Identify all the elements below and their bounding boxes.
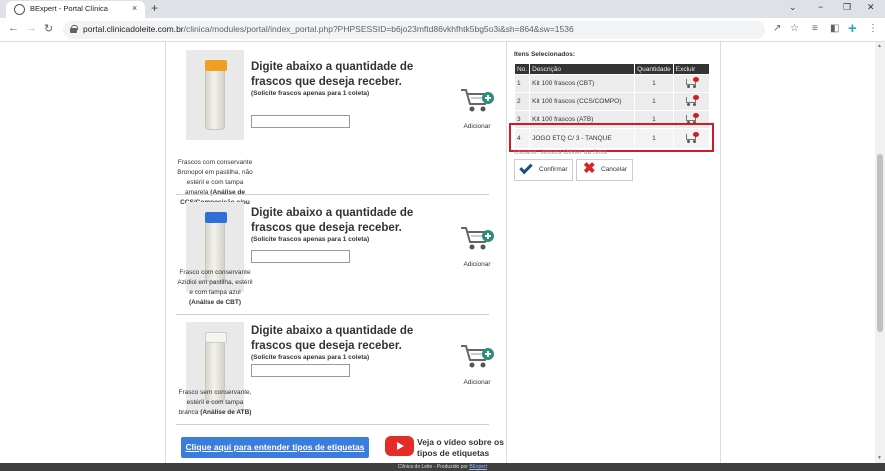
tab-bar: BExpert - Portal Clínica × + ⌄ − ❐ ✕ bbox=[0, 0, 885, 18]
maximize-icon[interactable]: ❐ bbox=[843, 2, 851, 13]
lock-icon bbox=[70, 25, 78, 33]
menu-dots-icon[interactable]: ⋮ bbox=[868, 23, 878, 34]
product-caption: Frasco sem conservante, estéril e com ta… bbox=[178, 389, 252, 416]
cap-swatch bbox=[205, 332, 227, 343]
product-note: (Solicite frascos apenas para 1 coleta) bbox=[251, 90, 370, 97]
product-note: (Solicite frascos apenas para 1 coleta) bbox=[251, 236, 370, 243]
delete-cart-icon[interactable] bbox=[673, 93, 709, 110]
quantity-input[interactable] bbox=[251, 250, 350, 263]
bottle-image-yellow bbox=[186, 50, 244, 140]
youtube-play-icon[interactable] bbox=[385, 436, 414, 456]
cart-add-icon bbox=[461, 227, 494, 250]
add-label: Adicionar bbox=[463, 379, 491, 386]
product-divider bbox=[176, 314, 489, 315]
add-to-cart-button[interactable]: Adicionar bbox=[459, 86, 495, 130]
row-desc: Kit 100 frascos (CBT) bbox=[530, 75, 635, 92]
new-tab-button[interactable]: + bbox=[151, 2, 158, 14]
close-window-icon[interactable]: ✕ bbox=[867, 2, 875, 13]
product-divider bbox=[176, 424, 489, 425]
add-to-cart-button[interactable]: Adicionar bbox=[459, 224, 495, 268]
back-icon[interactable]: ← bbox=[8, 22, 19, 34]
minimize-icon[interactable]: − bbox=[818, 2, 823, 12]
table-row: 1 Kit 100 frascos (CBT) 1 bbox=[515, 75, 709, 92]
globe-icon bbox=[14, 4, 25, 15]
address-bar[interactable]: portal.clinicadoleite.com.br/clinica/mod… bbox=[63, 21, 765, 39]
extension-plus-icon[interactable]: + bbox=[848, 21, 857, 36]
row-qty: 1 bbox=[635, 75, 673, 92]
cancel-button[interactable]: ✖ Cancelar bbox=[576, 159, 633, 181]
reading-list-icon[interactable]: ≡ bbox=[812, 23, 818, 34]
product-heading: Digite abaixo a quantidade de frascos qu… bbox=[251, 325, 414, 352]
user-label: Usuário: Jéssica Olivier da Silva bbox=[514, 149, 607, 156]
add-label: Adicionar bbox=[463, 123, 491, 130]
side-panel-icon[interactable]: ◧ bbox=[830, 23, 839, 34]
page-scrollbar[interactable]: ▲ ▼ bbox=[875, 42, 885, 463]
page-footer: Clínica do Leite - Produzido por BExpert bbox=[0, 463, 885, 471]
page-viewport: Frascos com conservante Bronopol em past… bbox=[0, 42, 885, 463]
url-text[interactable]: portal.clinicadoleite.com.br/clinica/mod… bbox=[83, 24, 574, 34]
browser-toolbar: ← → ↻ portal.clinicadoleite.com.br/clini… bbox=[0, 18, 885, 42]
reload-icon[interactable]: ↻ bbox=[44, 22, 53, 35]
scroll-up-icon[interactable]: ▲ bbox=[877, 43, 882, 49]
scroll-thumb[interactable] bbox=[877, 154, 883, 332]
bookmark-star-icon[interactable]: ☆ bbox=[790, 23, 799, 34]
scroll-down-icon[interactable]: ▼ bbox=[877, 455, 882, 461]
share-icon[interactable]: ↗ bbox=[773, 23, 781, 34]
confirm-button[interactable]: Confirmar bbox=[514, 159, 573, 181]
add-to-cart-button[interactable]: Adicionar bbox=[459, 342, 495, 386]
tab-title: BExpert - Portal Clínica bbox=[30, 4, 108, 13]
row-desc: Kit 100 frascos (CCS/COMPO) bbox=[530, 93, 635, 110]
product-note: (Solicite frascos apenas para 1 coleta) bbox=[251, 354, 370, 361]
cap-swatch bbox=[205, 212, 227, 223]
delete-cart-icon[interactable] bbox=[673, 75, 709, 92]
browser-tab[interactable]: BExpert - Portal Clínica × bbox=[6, 1, 145, 18]
col-excluir: Excluir bbox=[673, 64, 709, 74]
video-link-text[interactable]: Veja o vídeo sobre os tipos de etiquetas bbox=[417, 437, 507, 459]
tab-search-icon[interactable]: ⌄ bbox=[789, 2, 797, 13]
col-quantidade: Quantidade bbox=[635, 64, 673, 74]
product-divider bbox=[176, 194, 489, 195]
row-no: 2 bbox=[515, 93, 530, 110]
cap-swatch bbox=[205, 60, 227, 71]
checkmark-icon bbox=[519, 160, 533, 175]
table-row: 2 Kit 100 frascos (CCS/COMPO) 1 bbox=[515, 93, 709, 110]
quantity-input[interactable] bbox=[251, 364, 350, 377]
product-heading: Digite abaixo a quantidade de frascos qu… bbox=[251, 207, 414, 234]
col-no: No. bbox=[515, 64, 530, 74]
product-heading: Digite abaixo a quantidade de frascos qu… bbox=[251, 61, 414, 88]
labels-info-button[interactable]: Clique aqui para entender tipos de etiqu… bbox=[181, 437, 369, 458]
table-header-row: No. Descrição Quantidade Excluir bbox=[515, 64, 709, 74]
column-divider bbox=[506, 42, 507, 463]
cart-add-icon bbox=[461, 345, 494, 368]
product-caption: Frasco com conservante Azidiol em pastil… bbox=[177, 269, 253, 306]
add-label: Adicionar bbox=[463, 261, 491, 268]
forward-icon[interactable]: → bbox=[26, 22, 37, 34]
row-qty: 1 bbox=[635, 93, 673, 110]
cart-add-icon bbox=[461, 89, 494, 112]
quantity-input[interactable] bbox=[251, 115, 350, 128]
col-descricao: Descrição bbox=[530, 64, 635, 74]
selected-items-title: Itens Selecionados: bbox=[514, 51, 576, 58]
highlight-annotation-box bbox=[509, 123, 714, 152]
row-no: 1 bbox=[515, 75, 530, 92]
footer-link[interactable]: BExpert bbox=[469, 464, 487, 470]
cancel-x-icon: ✖ bbox=[583, 160, 596, 177]
tab-close-icon[interactable]: × bbox=[132, 3, 137, 13]
